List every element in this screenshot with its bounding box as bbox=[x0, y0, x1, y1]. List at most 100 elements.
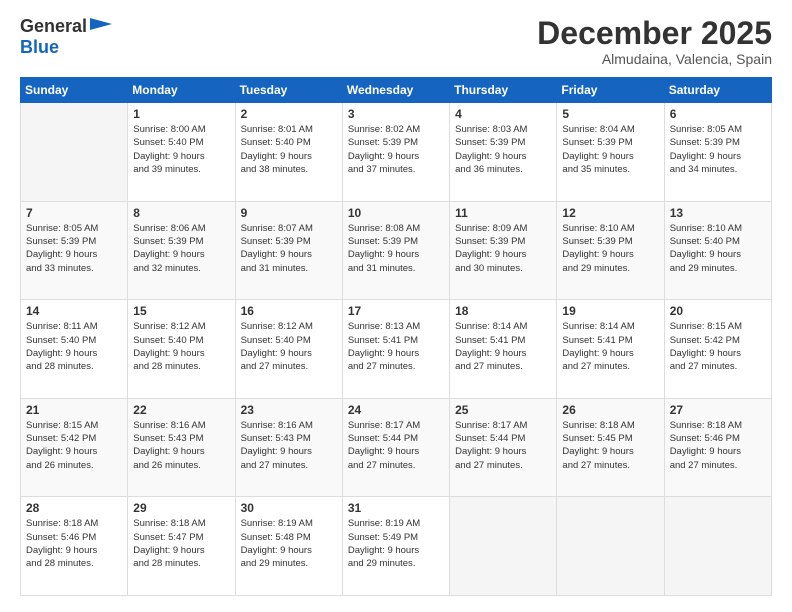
day-number: 26 bbox=[562, 403, 658, 417]
logo-general: General bbox=[20, 16, 87, 37]
header-sunday: Sunday bbox=[21, 78, 128, 103]
calendar-table: Sunday Monday Tuesday Wednesday Thursday… bbox=[20, 77, 772, 596]
table-row: 28 Sunrise: 8:18 AMSunset: 5:46 PMDayligh… bbox=[21, 497, 128, 596]
table-row: 5 Sunrise: 8:04 AMSunset: 5:39 PMDaylight… bbox=[557, 103, 664, 202]
day-number: 3 bbox=[348, 107, 444, 121]
day-number: 25 bbox=[455, 403, 551, 417]
header-tuesday: Tuesday bbox=[235, 78, 342, 103]
day-number: 6 bbox=[670, 107, 766, 121]
day-info: Sunrise: 8:16 AMSunset: 5:43 PMDaylight:… bbox=[241, 419, 337, 472]
day-number: 18 bbox=[455, 304, 551, 318]
day-number: 9 bbox=[241, 206, 337, 220]
day-info: Sunrise: 8:18 AMSunset: 5:45 PMDaylight:… bbox=[562, 419, 658, 472]
day-info: Sunrise: 8:01 AMSunset: 5:40 PMDaylight:… bbox=[241, 123, 337, 176]
day-number: 29 bbox=[133, 501, 229, 515]
day-info: Sunrise: 8:19 AMSunset: 5:48 PMDaylight:… bbox=[241, 517, 337, 570]
day-info: Sunrise: 8:18 AMSunset: 5:46 PMDaylight:… bbox=[26, 517, 122, 570]
day-number: 28 bbox=[26, 501, 122, 515]
table-row: 11Sunrise: 8:09 AMSunset: 5:39 PMDayligh… bbox=[450, 201, 557, 300]
table-row: 10 Sunrise: 8:08 AMSunset: 5:39 PMDayligh… bbox=[342, 201, 449, 300]
day-info: Sunrise: 8:08 AMSunset: 5:39 PMDaylight:… bbox=[348, 222, 444, 275]
day-number: 23 bbox=[241, 403, 337, 417]
table-row bbox=[664, 497, 771, 596]
table-row bbox=[450, 497, 557, 596]
header-wednesday: Wednesday bbox=[342, 78, 449, 103]
table-row: 18 Sunrise: 8:14 AMSunset: 5:41 PMDayligh… bbox=[450, 300, 557, 399]
table-row: 4 Sunrise: 8:03 AMSunset: 5:39 PMDaylight… bbox=[450, 103, 557, 202]
table-row: 27Sunrise: 8:18 AMSunset: 5:46 PMDayligh… bbox=[664, 398, 771, 497]
day-info: Sunrise: 8:15 AMSunset: 5:42 PMDaylight:… bbox=[26, 419, 122, 472]
day-info: Sunrise: 8:06 AMSunset: 5:39 PMDaylight:… bbox=[133, 222, 229, 275]
day-number: 14 bbox=[26, 304, 122, 318]
header-friday: Friday bbox=[557, 78, 664, 103]
day-number: 12 bbox=[562, 206, 658, 220]
table-row bbox=[557, 497, 664, 596]
day-info: Sunrise: 8:02 AMSunset: 5:39 PMDaylight:… bbox=[348, 123, 444, 176]
day-info: Sunrise: 8:04 AMSunset: 5:39 PMDaylight:… bbox=[562, 123, 658, 176]
day-info: Sunrise: 8:12 AMSunset: 5:40 PMDaylight:… bbox=[133, 320, 229, 373]
header-thursday: Thursday bbox=[450, 78, 557, 103]
table-row: 2 Sunrise: 8:01 AMSunset: 5:40 PMDaylight… bbox=[235, 103, 342, 202]
calendar-week-row: 1 Sunrise: 8:00 AMSunset: 5:40 PMDaylight… bbox=[21, 103, 772, 202]
day-number: 21 bbox=[26, 403, 122, 417]
calendar-week-row: 28 Sunrise: 8:18 AMSunset: 5:46 PMDayligh… bbox=[21, 497, 772, 596]
day-number: 19 bbox=[562, 304, 658, 318]
table-row: 21 Sunrise: 8:15 AMSunset: 5:42 PMDayligh… bbox=[21, 398, 128, 497]
day-number: 5 bbox=[562, 107, 658, 121]
calendar-week-row: 7Sunrise: 8:05 AMSunset: 5:39 PMDaylight… bbox=[21, 201, 772, 300]
day-info: Sunrise: 8:07 AMSunset: 5:39 PMDaylight:… bbox=[241, 222, 337, 275]
day-number: 31 bbox=[348, 501, 444, 515]
day-number: 10 bbox=[348, 206, 444, 220]
day-info: Sunrise: 8:05 AMSunset: 5:39 PMDaylight:… bbox=[670, 123, 766, 176]
day-info: Sunrise: 8:15 AMSunset: 5:42 PMDaylight:… bbox=[670, 320, 766, 373]
day-info: Sunrise: 8:00 AMSunset: 5:40 PMDaylight:… bbox=[133, 123, 229, 176]
table-row: 30Sunrise: 8:19 AMSunset: 5:48 PMDayligh… bbox=[235, 497, 342, 596]
day-info: Sunrise: 8:10 AMSunset: 5:40 PMDaylight:… bbox=[670, 222, 766, 275]
day-info: Sunrise: 8:10 AMSunset: 5:39 PMDaylight:… bbox=[562, 222, 658, 275]
header-monday: Monday bbox=[128, 78, 235, 103]
day-number: 16 bbox=[241, 304, 337, 318]
day-info: Sunrise: 8:05 AMSunset: 5:39 PMDaylight:… bbox=[26, 222, 122, 275]
table-row: 7Sunrise: 8:05 AMSunset: 5:39 PMDaylight… bbox=[21, 201, 128, 300]
table-row: 22 Sunrise: 8:16 AMSunset: 5:43 PMDayligh… bbox=[128, 398, 235, 497]
day-number: 2 bbox=[241, 107, 337, 121]
page: General Blue December 2025 Almudaina, Va… bbox=[0, 0, 792, 612]
day-info: Sunrise: 8:09 AMSunset: 5:39 PMDaylight:… bbox=[455, 222, 551, 275]
day-number: 4 bbox=[455, 107, 551, 121]
day-info: Sunrise: 8:03 AMSunset: 5:39 PMDaylight:… bbox=[455, 123, 551, 176]
month-title: December 2025 bbox=[537, 16, 772, 51]
table-row: 26 Sunrise: 8:18 AMSunset: 5:45 PMDayligh… bbox=[557, 398, 664, 497]
table-row: 3 Sunrise: 8:02 AMSunset: 5:39 PMDaylight… bbox=[342, 103, 449, 202]
table-row: 23 Sunrise: 8:16 AMSunset: 5:43 PMDayligh… bbox=[235, 398, 342, 497]
day-info: Sunrise: 8:11 AMSunset: 5:40 PMDaylight:… bbox=[26, 320, 122, 373]
day-number: 1 bbox=[133, 107, 229, 121]
table-row bbox=[21, 103, 128, 202]
day-info: Sunrise: 8:16 AMSunset: 5:43 PMDaylight:… bbox=[133, 419, 229, 472]
day-number: 24 bbox=[348, 403, 444, 417]
table-row: 14 Sunrise: 8:11 AMSunset: 5:40 PMDayligh… bbox=[21, 300, 128, 399]
table-row: 8 Sunrise: 8:06 AMSunset: 5:39 PMDaylight… bbox=[128, 201, 235, 300]
table-row: 12 Sunrise: 8:10 AMSunset: 5:39 PMDayligh… bbox=[557, 201, 664, 300]
day-info: Sunrise: 8:17 AMSunset: 5:44 PMDaylight:… bbox=[348, 419, 444, 472]
day-info: Sunrise: 8:18 AMSunset: 5:47 PMDaylight:… bbox=[133, 517, 229, 570]
table-row: 20Sunrise: 8:15 AMSunset: 5:42 PMDayligh… bbox=[664, 300, 771, 399]
table-row: 6 Sunrise: 8:05 AMSunset: 5:39 PMDaylight… bbox=[664, 103, 771, 202]
day-info: Sunrise: 8:18 AMSunset: 5:46 PMDaylight:… bbox=[670, 419, 766, 472]
title-block: December 2025 Almudaina, Valencia, Spain bbox=[537, 16, 772, 67]
logo-blue: Blue bbox=[20, 37, 59, 58]
day-info: Sunrise: 8:19 AMSunset: 5:49 PMDaylight:… bbox=[348, 517, 444, 570]
day-info: Sunrise: 8:12 AMSunset: 5:40 PMDaylight:… bbox=[241, 320, 337, 373]
table-row: 25Sunrise: 8:17 AMSunset: 5:44 PMDayligh… bbox=[450, 398, 557, 497]
day-number: 17 bbox=[348, 304, 444, 318]
day-number: 22 bbox=[133, 403, 229, 417]
table-row: 19 Sunrise: 8:14 AMSunset: 5:41 PMDayligh… bbox=[557, 300, 664, 399]
day-number: 13 bbox=[670, 206, 766, 220]
day-info: Sunrise: 8:14 AMSunset: 5:41 PMDaylight:… bbox=[455, 320, 551, 373]
table-row: 24 Sunrise: 8:17 AMSunset: 5:44 PMDayligh… bbox=[342, 398, 449, 497]
day-info: Sunrise: 8:14 AMSunset: 5:41 PMDaylight:… bbox=[562, 320, 658, 373]
day-number: 8 bbox=[133, 206, 229, 220]
table-row: 13 Sunrise: 8:10 AMSunset: 5:40 PMDayligh… bbox=[664, 201, 771, 300]
table-row: 31 Sunrise: 8:19 AMSunset: 5:49 PMDayligh… bbox=[342, 497, 449, 596]
day-info: Sunrise: 8:13 AMSunset: 5:41 PMDaylight:… bbox=[348, 320, 444, 373]
day-number: 15 bbox=[133, 304, 229, 318]
